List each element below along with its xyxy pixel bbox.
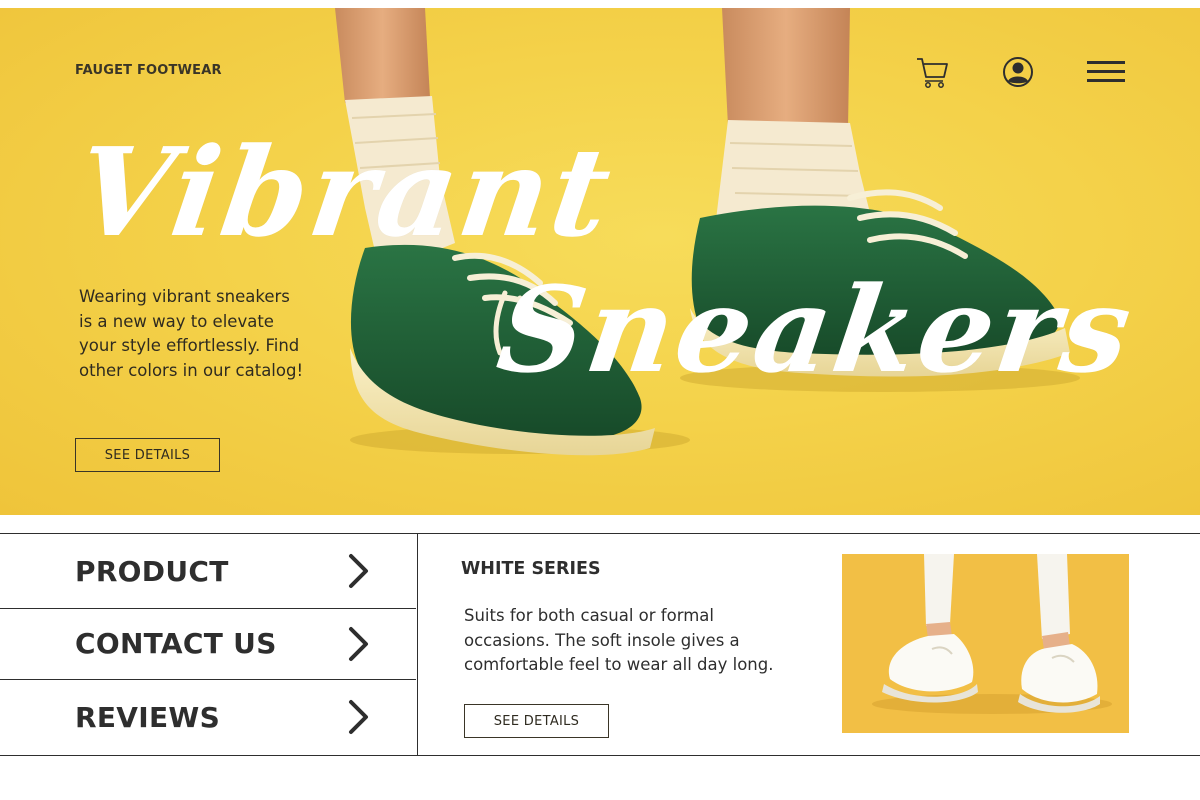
cart-icon[interactable]: [915, 55, 949, 89]
hero-description: Wearing vibrant sneakers is a new way to…: [79, 287, 304, 380]
menu-icon[interactable]: [1087, 60, 1125, 84]
user-icon[interactable]: [1002, 56, 1034, 88]
chevron-right-icon: [349, 554, 368, 588]
series-description: Suits for both casual or formal occasion…: [464, 606, 774, 674]
hero-title-line-2: Sneakers: [490, 260, 1142, 399]
menu-item-label: PRODUCT: [75, 554, 229, 588]
menu-item-label: CONTACT US: [75, 627, 277, 660]
nav-menu: PRODUCT CONTACT US REVIEWS: [0, 533, 418, 756]
series-see-details-button[interactable]: SEE DETAILS: [464, 704, 609, 738]
brand-logo[interactable]: FAUGET FOOTWEAR: [75, 63, 222, 78]
hero-banner: FAUGET FOOTWEAR Vibrant Sneakers Wearing…: [0, 8, 1200, 515]
menu-item-reviews[interactable]: REVIEWS: [0, 679, 416, 755]
hero-title-line-1: Vibrant: [67, 120, 622, 264]
white-series-section: WHITE SERIES Suits for both casual or fo…: [418, 533, 1200, 756]
menu-item-label: REVIEWS: [75, 700, 221, 734]
chevron-right-icon: [349, 700, 368, 734]
menu-item-contact-us[interactable]: CONTACT US: [0, 608, 416, 680]
menu-item-product[interactable]: PRODUCT: [0, 534, 416, 609]
chevron-right-icon: [349, 626, 368, 661]
hero-see-details-button[interactable]: SEE DETAILS: [75, 438, 220, 472]
white-sneakers-photo: [842, 554, 1129, 733]
series-title: WHITE SERIES: [461, 559, 601, 579]
